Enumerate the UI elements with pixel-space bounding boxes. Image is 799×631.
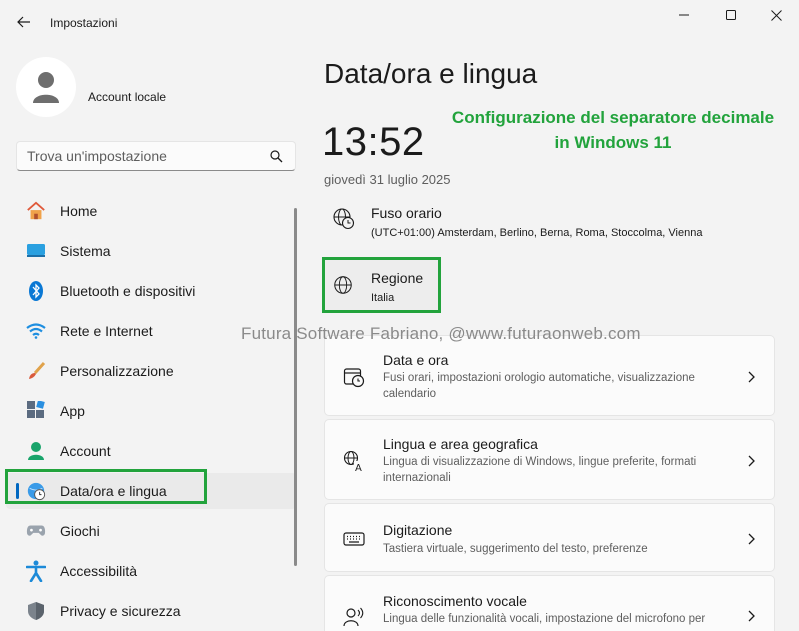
close-icon <box>770 9 782 21</box>
watermark-text: Futura Software Fabriano, @www.futuraonw… <box>241 324 641 343</box>
current-time: 13:52 <box>322 120 425 164</box>
sidebar-item-apps[interactable]: App <box>6 393 296 429</box>
card-title: Data e ora <box>383 352 449 368</box>
chevron-right-icon <box>748 455 755 467</box>
annotation-line: Configurazione del separatore decimale <box>451 108 775 127</box>
keyboard-icon <box>343 532 365 546</box>
wifi-icon <box>26 321 46 341</box>
region-title: Regione <box>371 270 424 286</box>
sidebar-item-label: Privacy e sicurezza <box>60 603 181 619</box>
globe-icon <box>334 276 352 294</box>
sidebar-item-personalization[interactable]: Personalizzazione <box>6 353 296 389</box>
brush-icon <box>26 361 46 381</box>
search-input[interactable] <box>27 148 257 164</box>
sidebar-item-label: Accessibilità <box>60 563 138 579</box>
card-title: Digitazione <box>383 522 453 538</box>
globe-clock-icon <box>333 208 355 230</box>
sidebar-nav: Home Sistema Bluetooth e dispositivi Ret… <box>5 193 296 631</box>
annotation-caption: Configurazione del separatore decimale i… <box>440 105 786 155</box>
card-speech[interactable]: Riconoscimento vocale Lingua delle funzi… <box>324 575 775 631</box>
arrow-left-icon <box>17 16 30 28</box>
calendar-clock-icon <box>343 368 365 388</box>
sidebar-item-label: App <box>60 403 85 419</box>
back-button[interactable] <box>14 12 34 32</box>
sidebar-item-label: Personalizzazione <box>60 363 174 379</box>
card-description: Lingua delle funzionalità vocali, impost… <box>383 613 706 625</box>
person-icon <box>26 441 46 461</box>
chevron-right-icon <box>748 371 755 383</box>
card-typing[interactable]: Digitazione Tastiera virtuale, suggerime… <box>324 503 775 572</box>
timezone-title: Fuso orario <box>371 205 442 221</box>
annotation-line: in Windows 11 <box>554 133 672 152</box>
user-profile[interactable]: Account locale <box>16 57 166 117</box>
minimize-icon <box>679 14 689 16</box>
chevron-right-icon <box>748 610 755 622</box>
home-icon <box>26 201 46 221</box>
sidebar-item-time-language[interactable]: Data/ora e lingua <box>5 469 296 509</box>
sidebar-item-privacy[interactable]: Privacy e sicurezza <box>6 593 296 629</box>
card-description: Fusi orari, impostazioni orologio automa… <box>383 372 695 400</box>
sidebar-item-system[interactable]: Sistema <box>6 233 296 269</box>
chevron-right-icon <box>748 533 755 545</box>
title-bar: Impostazioni <box>0 0 799 46</box>
app-title: Impostazioni <box>50 16 118 30</box>
svg-text:A: A <box>355 463 362 472</box>
sidebar-item-gaming[interactable]: Giochi <box>6 513 296 549</box>
card-language-region[interactable]: A Lingua e area geografica Lingua di vis… <box>324 419 775 500</box>
card-title: Lingua e area geografica <box>383 436 538 452</box>
minimize-button[interactable] <box>661 4 707 26</box>
selection-highlight-box <box>5 469 207 504</box>
card-description: Lingua di visualizzazione di Windows, li… <box>383 456 697 484</box>
apps-icon <box>26 401 46 421</box>
card-title: Riconoscimento vocale <box>383 593 527 609</box>
current-date: giovedì 31 luglio 2025 <box>324 172 451 187</box>
maximize-button[interactable] <box>708 4 754 26</box>
sidebar-item-label: Bluetooth e dispositivi <box>60 283 196 299</box>
region-info: Regione Italia <box>332 270 442 310</box>
sidebar-scrollbar[interactable] <box>294 208 297 566</box>
timezone-info: Fuso orario (UTC+01:00) Amsterdam, Berli… <box>332 205 772 245</box>
card-date-time[interactable]: Data e ora Fusi orari, impostazioni orol… <box>324 335 775 416</box>
sidebar-item-bluetooth[interactable]: Bluetooth e dispositivi <box>6 273 296 309</box>
sidebar-item-label: Sistema <box>60 243 111 259</box>
avatar <box>16 57 76 117</box>
maximize-icon <box>726 10 736 20</box>
sidebar-item-label: Home <box>60 203 98 219</box>
close-button[interactable] <box>753 4 799 26</box>
sidebar-item-label: Account <box>60 443 111 459</box>
search-box[interactable] <box>16 141 296 171</box>
search-icon[interactable] <box>270 150 283 163</box>
shield-icon <box>26 601 46 621</box>
sidebar-item-label: Rete e Internet <box>60 323 153 339</box>
language-icon: A <box>343 450 365 472</box>
gamepad-icon <box>26 521 46 541</box>
speech-icon <box>343 607 364 627</box>
person-avatar-icon <box>33 72 59 103</box>
page-title: Data/ora e lingua <box>324 58 538 89</box>
region-value: Italia <box>371 292 395 304</box>
bluetooth-icon <box>26 281 46 301</box>
sidebar-item-account[interactable]: Account <box>6 433 296 469</box>
timezone-value: (UTC+01:00) Amsterdam, Berlino, Berna, R… <box>371 227 703 239</box>
accessibility-icon <box>26 560 46 582</box>
profile-name: Account locale <box>88 90 167 104</box>
sidebar-item-accessibility[interactable]: Accessibilità <box>6 553 296 589</box>
system-icon <box>26 241 46 261</box>
card-description: Tastiera virtuale, suggerimento del test… <box>383 543 648 555</box>
sidebar-item-label: Giochi <box>60 523 100 539</box>
sidebar-item-home[interactable]: Home <box>6 193 296 229</box>
